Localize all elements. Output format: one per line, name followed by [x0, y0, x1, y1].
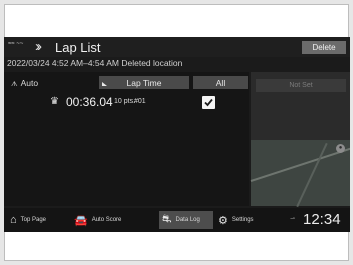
car-icon: 🚘	[74, 214, 88, 227]
data-log-icon: ⛐	[162, 213, 172, 225]
best-lap-crown-icon: ♛	[50, 96, 59, 107]
nav-label: Top Page	[20, 217, 47, 223]
lap-row[interactable]: ♛ 00:36.04 10 pts. #01	[4, 94, 249, 110]
nav-label: Settings	[231, 217, 254, 223]
nav-label: Auto Score	[91, 217, 122, 223]
nav-top-page[interactable]: ⌂ Top Page	[10, 211, 68, 229]
header-bar: ≈≈ ~~ ›› Lap List Delete	[4, 37, 350, 57]
clock: 12:34	[303, 211, 341, 228]
map-pin-icon: ●	[336, 144, 345, 153]
back-chevron-icon[interactable]: ››	[35, 38, 42, 55]
auto-filter[interactable]: ᗑ Auto	[11, 78, 38, 89]
select-all-button[interactable]: All	[193, 76, 248, 89]
gear-icon: ⚙	[218, 214, 228, 227]
lap-number: #01	[134, 98, 146, 105]
head-unit-screen: ≈≈ ~~ ›› Lap List Delete 2022/03/24 4:52…	[4, 37, 350, 232]
map-view[interactable]: ●	[250, 140, 350, 208]
app-logo: ≈≈ ~~	[8, 41, 24, 47]
laptime-sort-label: Lap Time	[126, 77, 162, 88]
session-info: 2022/03/24 4:52 AM–4:54 AM Deleted locat…	[7, 58, 183, 68]
nav-data-log[interactable]: ⛐ Data Log	[159, 211, 213, 229]
signal-icon: ⇀	[290, 216, 296, 222]
home-icon: ⌂	[10, 214, 17, 226]
lap-list-pane: ᗑ Auto Lap Time All ♛ 00:36.04 10 pts. #0…	[4, 72, 249, 206]
laptime-sort-button[interactable]: Lap Time	[99, 76, 189, 89]
auto-icon: ᗑ	[11, 81, 18, 88]
checkmark-icon	[204, 98, 213, 107]
nav-auto-score[interactable]: 🚘 Auto Score	[74, 211, 156, 229]
lap-checkbox[interactable]	[202, 96, 215, 109]
auto-filter-label: Auto	[20, 78, 39, 88]
page-title: Lap List	[55, 40, 101, 55]
map-pane: Not Set ●	[250, 72, 350, 208]
bottom-nav-bar: ⌂ Top Page 🚘 Auto Score ⛐ Data Log ⚙ Set…	[4, 208, 350, 232]
status-icons: ⇀	[290, 215, 295, 222]
not-set-button[interactable]: Not Set	[256, 79, 346, 92]
map-road	[296, 142, 328, 208]
nav-settings[interactable]: ⚙ Settings	[218, 211, 272, 229]
sort-icon	[102, 82, 107, 86]
nav-label: Data Log	[175, 217, 200, 223]
delete-button[interactable]: Delete	[302, 41, 346, 54]
lap-time: 00:36.04	[66, 95, 113, 109]
lap-points: 10 pts.	[114, 98, 136, 105]
